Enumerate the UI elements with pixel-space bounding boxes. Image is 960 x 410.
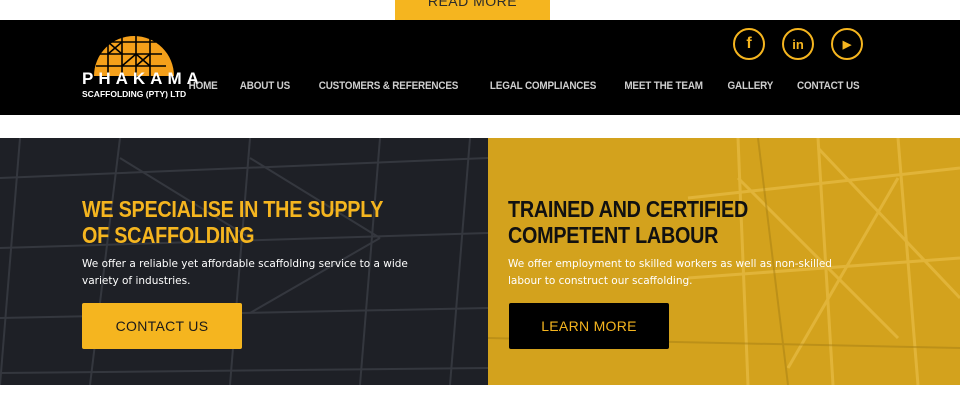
contact-us-button[interactable]: CONTACT US bbox=[82, 303, 242, 349]
youtube-glyph: ▶ bbox=[842, 38, 852, 51]
linkedin-glyph: in bbox=[792, 36, 804, 52]
read-more-button[interactable]: READ MORE bbox=[395, 0, 550, 22]
contact-us-label: CONTACT US bbox=[115, 318, 209, 334]
nav-legal-compliances[interactable]: LEGAL COMPLIANCES bbox=[482, 80, 604, 92]
nav-gallery[interactable]: GALLERY bbox=[719, 80, 781, 92]
nav-about-us[interactable]: ABOUT US bbox=[232, 80, 298, 92]
main-nav: HOME ABOUT US CUSTOMERS & REFERENCES LEG… bbox=[178, 80, 863, 92]
brand-logo[interactable]: PHAKAMA SCAFFOLDING (PTY) LTD bbox=[82, 28, 204, 112]
learn-more-button[interactable]: LEARN MORE bbox=[509, 303, 669, 349]
hero-section: WE SPECIALISE IN THE SUPPLY OF SCAFFOLDI… bbox=[0, 138, 960, 385]
labour-heading: TRAINED AND CERTIFIED COMPETENT LABOUR bbox=[508, 196, 749, 248]
nav-home[interactable]: HOME bbox=[180, 80, 225, 92]
nav-meet-the-team[interactable]: MEET THE TEAM bbox=[616, 80, 711, 92]
hero-panel-supply: WE SPECIALISE IN THE SUPPLY OF SCAFFOLDI… bbox=[0, 138, 488, 385]
supply-description: We offer a reliable yet affordable scaff… bbox=[82, 258, 408, 287]
hero-panel-labour: TRAINED AND CERTIFIED COMPETENT LABOUR W… bbox=[488, 138, 960, 385]
learn-more-label: LEARN MORE bbox=[541, 318, 637, 334]
brand-subtitle: SCAFFOLDING (PTY) LTD bbox=[82, 89, 187, 99]
nav-customers-references[interactable]: CUSTOMERS & REFERENCES bbox=[310, 80, 466, 92]
facebook-icon[interactable]: f bbox=[733, 28, 765, 60]
supply-heading: WE SPECIALISE IN THE SUPPLY OF SCAFFOLDI… bbox=[82, 196, 383, 248]
brand-text: PHAKAMA SCAFFOLDING (PTY) LTD bbox=[82, 69, 204, 100]
site-header: PHAKAMA SCAFFOLDING (PTY) LTD f in ▶ HOM… bbox=[0, 20, 960, 115]
labour-description: We offer employment to skilled workers a… bbox=[508, 258, 832, 287]
read-more-label: READ MORE bbox=[427, 0, 518, 9]
nav-contact-us[interactable]: CONTACT US bbox=[789, 80, 860, 92]
linkedin-icon[interactable]: in bbox=[782, 28, 814, 60]
brand-name: PHAKAMA bbox=[82, 69, 204, 88]
facebook-glyph: f bbox=[746, 35, 752, 52]
youtube-icon[interactable]: ▶ bbox=[831, 28, 863, 60]
